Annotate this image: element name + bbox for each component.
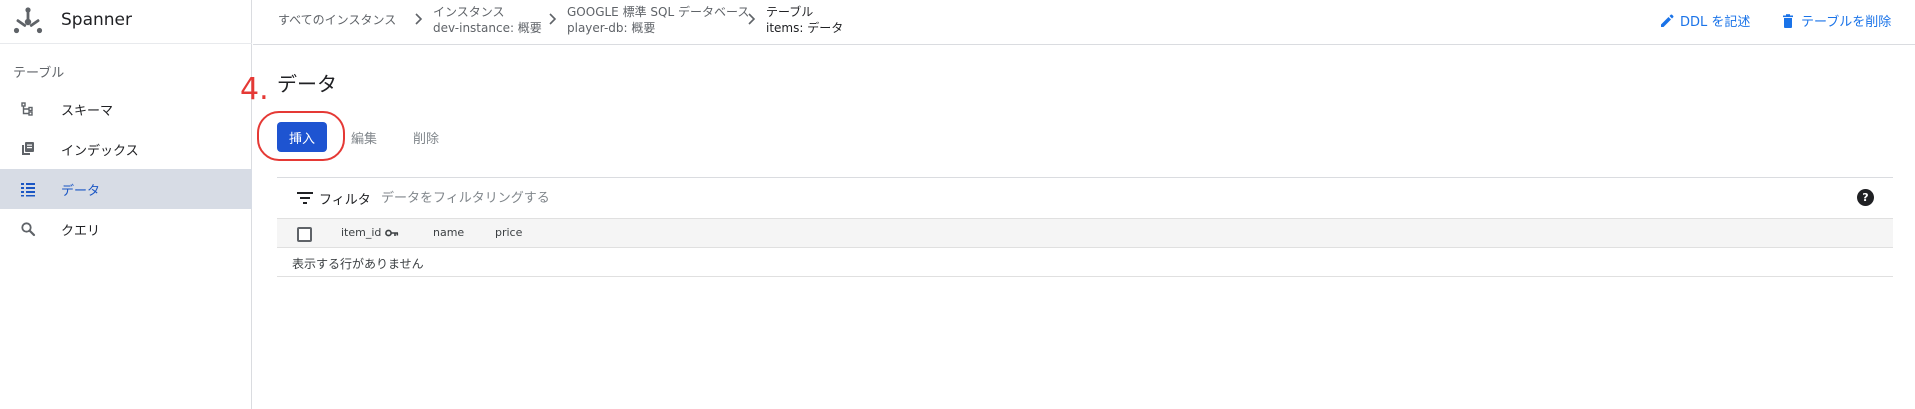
breadcrumb-database-value: player-db: 概要: [567, 21, 656, 35]
chevron-right-icon: [748, 13, 756, 25]
page-title: データ: [277, 72, 337, 96]
filter-input[interactable]: [381, 187, 781, 209]
delete-table-label: テーブルを削除: [1801, 15, 1892, 30]
select-all-checkbox[interactable]: [297, 227, 312, 242]
write-ddl-button[interactable]: DDL を記述: [1659, 11, 1750, 30]
table-header: item_id name price: [277, 218, 1893, 248]
insert-button[interactable]: 挿入: [277, 122, 327, 152]
edit-button[interactable]: 編集: [351, 128, 377, 147]
column-header-name[interactable]: name: [433, 226, 464, 239]
top-header: すべてのインスタンス インスタンス dev-instance: 概要 GOOGL…: [253, 0, 1915, 45]
sidebar-section-label: テーブル: [13, 66, 65, 81]
sidebar-item-label: スキーマ: [61, 104, 114, 119]
index-icon: [22, 142, 34, 155]
help-icon[interactable]: ?: [1857, 189, 1874, 206]
empty-message: 表示する行がありません: [292, 257, 424, 271]
column-header-price[interactable]: price: [495, 226, 522, 239]
delete-table-button[interactable]: テーブルを削除: [1780, 11, 1891, 30]
breadcrumb-table-value: items: データ: [766, 21, 844, 35]
filter-icon[interactable]: [297, 192, 313, 204]
spanner-console: Spanner テーブル スキーマ インデックス データ クエリ すべてのインス…: [0, 0, 1915, 409]
column-header-item-id[interactable]: item_id: [341, 226, 381, 239]
sidebar-item-label: インデックス: [61, 144, 139, 159]
breadcrumb-table-title: テーブル: [766, 5, 814, 19]
schema-icon: [21, 102, 33, 116]
filter-label: フィルタ: [319, 193, 371, 208]
primary-key-icon: [385, 229, 399, 237]
sidebar: Spanner テーブル スキーマ インデックス データ クエリ: [0, 0, 252, 409]
app-name: Spanner: [61, 10, 132, 30]
spanner-logo-icon: [13, 7, 43, 34]
brand-bar: Spanner: [0, 0, 252, 44]
breadcrumb-database-title: GOOGLE 標準 SQL データベース: [567, 5, 750, 19]
pencil-icon: [1661, 14, 1674, 27]
search-icon: [21, 222, 36, 237]
sidebar-item-label: データ: [61, 184, 101, 199]
sidebar-item-index[interactable]: インデックス: [0, 129, 252, 169]
sidebar-item-data[interactable]: データ: [0, 169, 252, 209]
write-ddl-label: DDL を記述: [1680, 15, 1751, 30]
trash-icon: [1783, 13, 1793, 28]
step-annotation: 4.: [240, 72, 269, 107]
breadcrumb-instance-value: dev-instance: 概要: [433, 21, 542, 35]
delete-button[interactable]: 削除: [413, 128, 439, 147]
chevron-right-icon: [415, 13, 423, 25]
breadcrumb-instance-title: インスタンス: [433, 5, 505, 19]
data-grid-icon: [21, 183, 35, 197]
sidebar-item-label: クエリ: [61, 224, 101, 239]
sidebar-item-schema[interactable]: スキーマ: [0, 89, 252, 129]
breadcrumb-all-instances[interactable]: すべてのインスタンス: [278, 12, 396, 28]
sidebar-item-query[interactable]: クエリ: [0, 209, 252, 249]
chevron-right-icon: [549, 13, 557, 25]
filter-bar: フィルタ ?: [277, 178, 1893, 218]
table-empty-row: 表示する行がありません: [277, 248, 1893, 277]
